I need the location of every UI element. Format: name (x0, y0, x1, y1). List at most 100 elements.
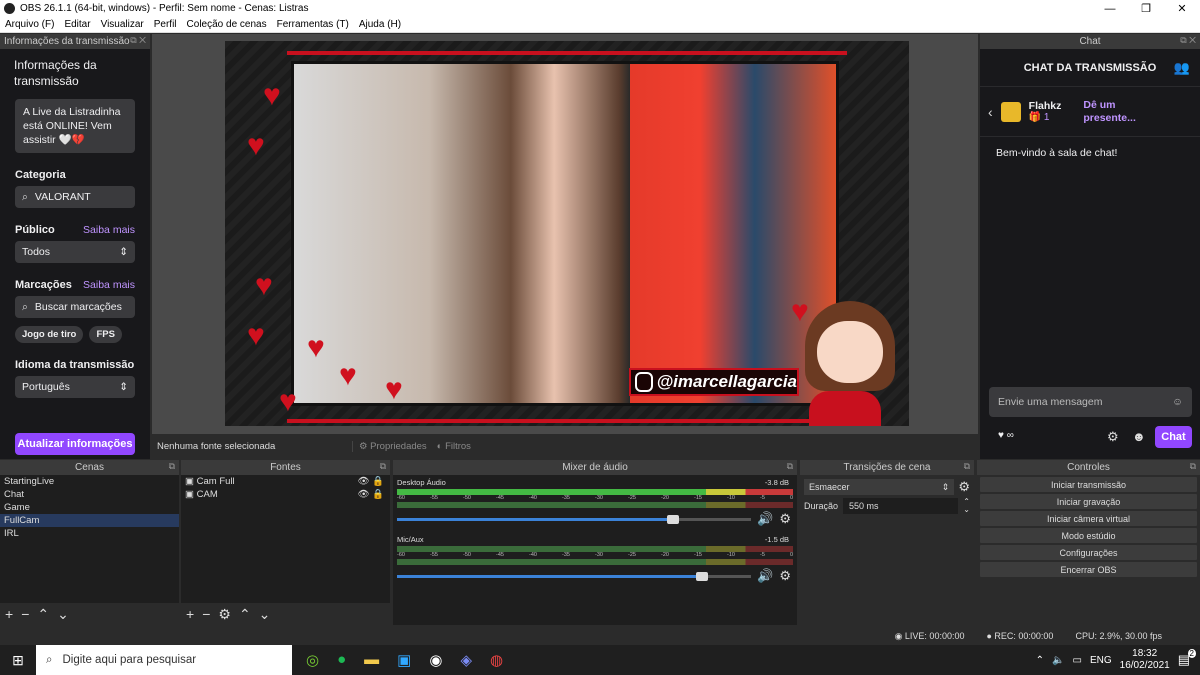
start-virtual-camera-button[interactable]: Iniciar câmera virtual (980, 511, 1197, 526)
app-game-icon[interactable]: ◎ (306, 651, 319, 669)
gear-icon[interactable]: ⚙ (958, 479, 970, 495)
tag-chip[interactable]: Jogo de tiro (15, 326, 84, 343)
chrome-icon[interactable]: ◍ (490, 651, 503, 669)
remove-icon[interactable]: − (21, 606, 29, 622)
dock-float-icon[interactable]: ⧉ (169, 461, 175, 472)
volume-tray-icon[interactable]: 🔈 (1052, 655, 1064, 666)
update-info-button[interactable]: Atualizar informações (15, 433, 135, 455)
source-item[interactable]: ▣ CAM 👁 🔒 (181, 488, 390, 501)
visibility-lock-icons[interactable]: 👁 🔒 (357, 488, 384, 501)
avatar-heart-body (809, 391, 881, 426)
dock-float-icon[interactable]: ⧉ (787, 461, 793, 472)
visibility-lock-icons[interactable]: 👁 🔒 (357, 475, 384, 488)
volume-slider-handle[interactable] (695, 571, 708, 581)
move-up-icon[interactable]: ⌃ (239, 606, 251, 623)
filters-button[interactable]: ◐ Filtros (437, 441, 471, 452)
add-icon[interactable]: + (5, 606, 13, 622)
duration-label: Duração (804, 501, 839, 511)
tags-learn-more-link[interactable]: Saiba mais (83, 279, 135, 291)
gift-prompt[interactable]: Dê um presente... (1083, 99, 1153, 125)
properties-button[interactable]: ⚙ Propriedades (352, 440, 427, 452)
emoji-icon[interactable]: ☻ (1132, 429, 1146, 444)
stream-info-heading: Informações da transmissão (14, 58, 97, 88)
stream-title-field[interactable]: A Live da Listradinha está ONLINE! Vem a… (15, 99, 135, 153)
gear-icon[interactable]: ⚙ (218, 606, 231, 623)
volume-slider[interactable] (397, 571, 752, 581)
transition-type-value: Esmaecer (809, 482, 850, 492)
speaker-icon[interactable]: 🔊 (757, 511, 773, 527)
menu-visualizar[interactable]: Visualizar (96, 19, 149, 30)
notification-center-icon[interactable]: ▤ 2 (1178, 649, 1196, 668)
exit-obs-button[interactable]: Encerrar OBS (980, 562, 1197, 577)
duration-input[interactable]: 550 ms (843, 498, 959, 514)
discord-icon[interactable]: ◈ (460, 651, 472, 669)
chat-message-input[interactable]: Envie uma mensagem ☺ (989, 387, 1192, 417)
start-recording-button[interactable]: Iniciar gravação (980, 494, 1197, 509)
source-item[interactable]: ▣ Cam Full 👁 🔒 (181, 475, 390, 488)
speaker-icon[interactable]: 🔊 (757, 568, 773, 584)
gear-icon[interactable]: ⚙ (779, 511, 791, 527)
scene-item-selected[interactable]: FullCam (0, 514, 179, 527)
maximize-button[interactable]: ❐ (1128, 2, 1164, 15)
scene-canvas[interactable]: @imarcellagarcia ♥ ♥ ♥ ♥ ♥ ♥ ♥ ♥ ♥ (225, 41, 909, 426)
channel-points[interactable]: ♥ ∞ (998, 430, 1014, 441)
dock-float-close-icon[interactable]: ⧉ ✕ (130, 35, 146, 46)
status-bar: ◉ LIVE: 00:00:00 ● REC: 00:00:00 CPU: 2.… (0, 627, 1200, 645)
obs-taskbar-icon[interactable]: ◉ (429, 651, 442, 669)
dock-float-close-icon[interactable]: ⧉ ✕ (1180, 35, 1196, 46)
menu-colecao-cenas[interactable]: Coleção de cenas (182, 19, 272, 30)
spinner-icon[interactable]: ⌃ ⌄ (963, 498, 970, 514)
dock-float-icon[interactable]: ⧉ (1190, 461, 1196, 472)
close-button[interactable]: ✕ (1164, 2, 1200, 15)
menu-arquivo[interactable]: Arquivo (F) (0, 19, 59, 30)
file-explorer-icon[interactable]: ▬ (364, 651, 379, 669)
channel-points-value: ∞ (1006, 430, 1014, 441)
tray-chevron-up-icon[interactable]: ⌃ (1036, 655, 1044, 666)
language-indicator[interactable]: ENG (1090, 655, 1112, 666)
spotify-icon[interactable]: ● (337, 651, 346, 669)
move-down-icon[interactable]: ⌄ (259, 606, 271, 623)
menu-editar[interactable]: Editar (59, 19, 95, 30)
menu-ferramentas[interactable]: Ferramentas (T) (272, 19, 354, 30)
studio-mode-button[interactable]: Modo estúdio (980, 528, 1197, 543)
photoshop-icon[interactable]: ▣ (397, 651, 411, 669)
dock-float-icon[interactable]: ⧉ (380, 461, 386, 472)
emote-icon[interactable]: ☺ (1172, 396, 1183, 408)
category-field[interactable]: ⌕ VALORANT (15, 186, 135, 208)
scene-item[interactable]: StartingLive (0, 475, 179, 488)
taskbar-search-input[interactable]: ⌕ Digite aqui para pesquisar (36, 645, 292, 675)
users-icon[interactable]: 👥 (1174, 60, 1190, 76)
move-down-icon[interactable]: ⌄ (57, 606, 69, 623)
dock-float-icon[interactable]: ⧉ (964, 461, 970, 472)
language-select[interactable]: Português ⇕ (15, 376, 135, 398)
tags-search-input[interactable]: ⌕ Buscar marcações (15, 296, 135, 318)
tag-chip[interactable]: FPS (89, 326, 122, 343)
chat-send-button[interactable]: Chat (1155, 426, 1192, 448)
move-up-icon[interactable]: ⌃ (37, 606, 49, 623)
category-label: Categoria (0, 169, 150, 181)
settings-button[interactable]: Configurações (980, 545, 1197, 560)
minimize-button[interactable]: — (1092, 3, 1128, 15)
start-streaming-button[interactable]: Iniciar transmissão (980, 477, 1197, 492)
audience-select[interactable]: Todos ⇕ (15, 241, 135, 263)
chevron-left-icon[interactable]: ‹ (988, 104, 993, 120)
transition-type-select[interactable]: Esmaecer ⇕ (804, 479, 955, 495)
add-icon[interactable]: + (186, 606, 194, 622)
audience-learn-more-link[interactable]: Saiba mais (83, 224, 135, 236)
remove-icon[interactable]: − (202, 606, 210, 622)
menu-perfil[interactable]: Perfil (149, 19, 182, 30)
tags-placeholder: Buscar marcações (34, 301, 122, 313)
clock[interactable]: 18:32 16/02/2021 (1120, 648, 1170, 672)
volume-slider[interactable] (397, 514, 752, 524)
windows-start-icon[interactable]: ⊞ (0, 652, 36, 669)
gear-icon[interactable]: ⚙ (779, 568, 791, 584)
chat-input-placeholder: Envie uma mensagem (998, 396, 1103, 408)
settings-gear-icon[interactable]: ⚙ (1107, 429, 1119, 445)
volume-slider-handle[interactable] (667, 514, 680, 524)
menu-ajuda[interactable]: Ajuda (H) (354, 19, 406, 30)
scene-item[interactable]: Chat (0, 488, 179, 501)
scene-item[interactable]: IRL (0, 527, 179, 540)
scene-item[interactable]: Game (0, 501, 179, 514)
network-icon[interactable]: ▭ (1073, 655, 1082, 666)
chat-dock-title: Chat (1079, 36, 1101, 47)
